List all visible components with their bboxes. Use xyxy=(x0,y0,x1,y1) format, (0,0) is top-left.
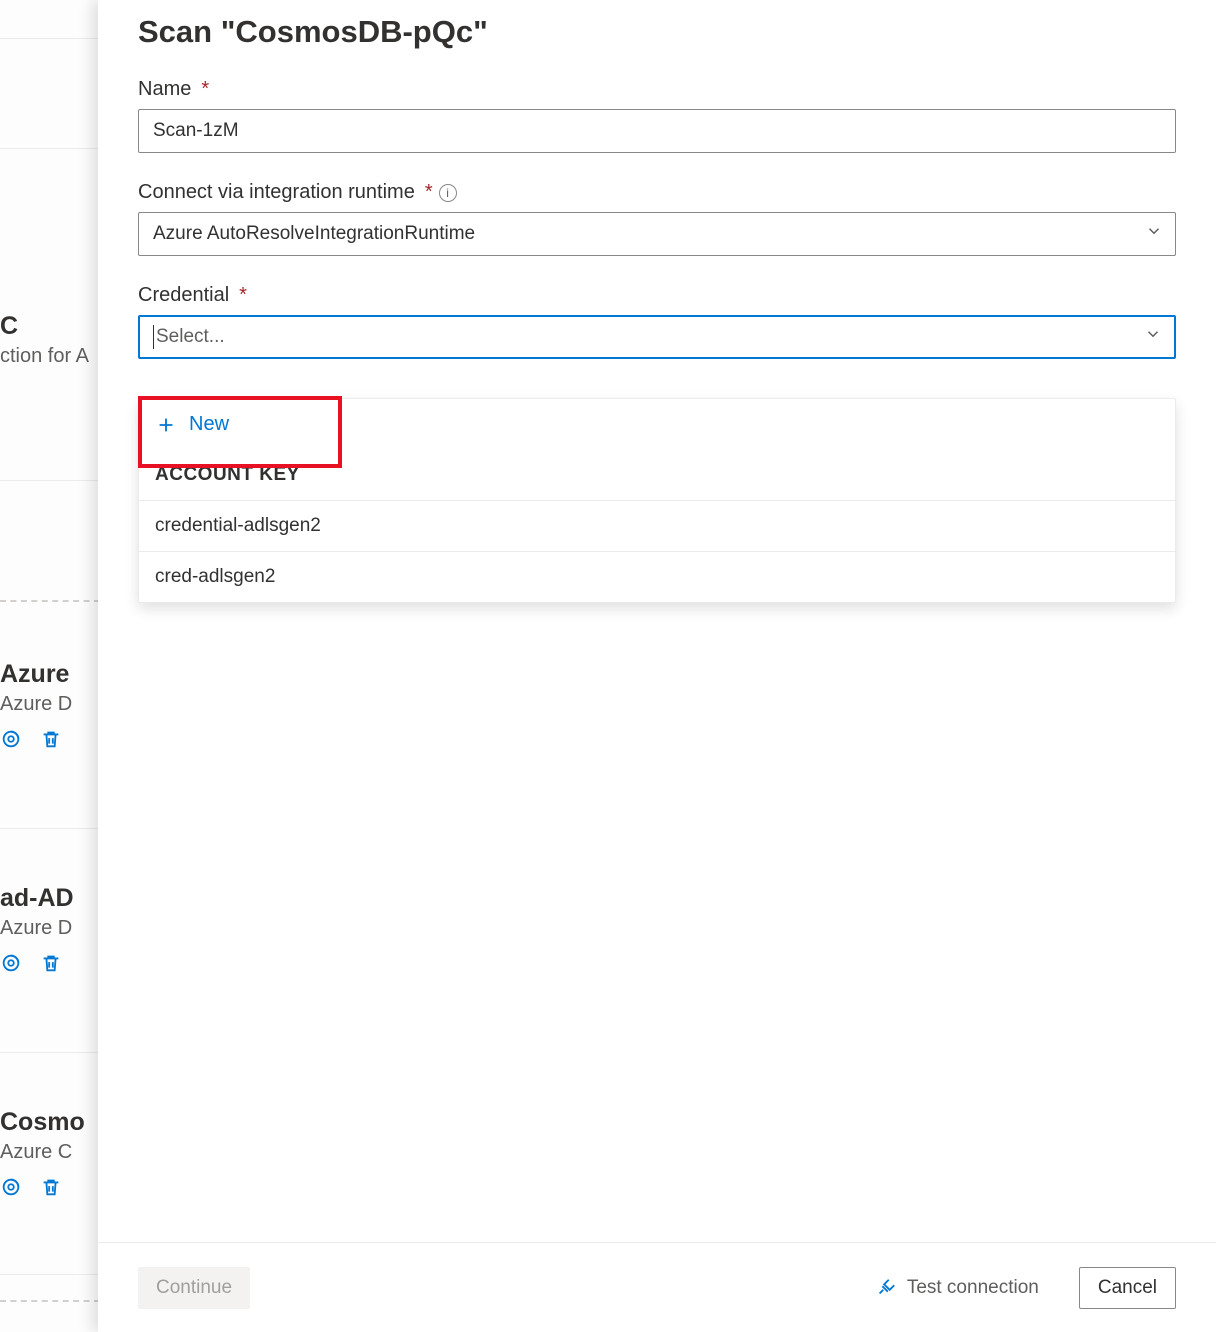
field-runtime: Connect via integration runtime * i Azure… xyxy=(138,181,1176,256)
bg-header-title: C xyxy=(0,312,100,341)
scan-icon[interactable] xyxy=(0,1176,22,1198)
trash-icon[interactable] xyxy=(40,952,62,974)
bg-card-title: ad-AD xyxy=(0,884,100,913)
panel-title: Scan "CosmosDB-pQc" xyxy=(138,14,1176,50)
credential-option[interactable]: credential-adlsgen2 xyxy=(139,500,1175,551)
scan-icon[interactable] xyxy=(0,952,22,974)
plus-icon xyxy=(155,414,177,436)
credential-dropdown: New ACCOUNT KEY credential-adlsgen2 cred… xyxy=(138,398,1176,603)
bg-card-title: Azure xyxy=(0,660,100,689)
background-column: C ction for A Azure Azure D ad-AD Azure … xyxy=(0,0,100,1332)
name-label: Name xyxy=(138,78,191,101)
bg-card-subtitle: Azure D xyxy=(0,693,100,716)
scan-icon[interactable] xyxy=(0,728,22,750)
bg-card-subtitle: Azure D xyxy=(0,917,100,940)
credential-group-header: ACCOUNT KEY xyxy=(139,450,1175,500)
trash-icon[interactable] xyxy=(40,728,62,750)
field-credential: Credential * Select... xyxy=(138,284,1176,359)
test-connection-button[interactable]: Test connection xyxy=(857,1267,1057,1309)
credential-new-label: New xyxy=(189,413,229,436)
required-asterisk: * xyxy=(201,78,209,101)
runtime-label: Connect via integration runtime xyxy=(138,181,415,204)
bg-header-subtitle: ction for A xyxy=(0,345,100,368)
plug-icon xyxy=(875,1277,897,1299)
name-input[interactable] xyxy=(138,109,1176,153)
trash-icon[interactable] xyxy=(40,1176,62,1198)
runtime-select-value: Azure AutoResolveIntegrationRuntime xyxy=(153,223,475,245)
chevron-down-icon xyxy=(1144,325,1162,349)
credential-label: Credential xyxy=(138,284,229,307)
bg-card-subtitle: Azure C xyxy=(0,1141,100,1164)
scan-panel: Scan "CosmosDB-pQc" Name * Connect via in… xyxy=(98,0,1216,1332)
cancel-button[interactable]: Cancel xyxy=(1079,1267,1176,1309)
credential-new-option[interactable]: New xyxy=(139,399,1175,450)
bg-card-title: Cosmo xyxy=(0,1108,100,1137)
continue-button: Continue xyxy=(138,1267,250,1309)
chevron-down-icon xyxy=(1145,222,1163,246)
runtime-select[interactable]: Azure AutoResolveIntegrationRuntime xyxy=(138,212,1176,256)
credential-select[interactable]: Select... xyxy=(138,315,1176,359)
field-name: Name * xyxy=(138,78,1176,153)
credential-option[interactable]: cred-adlsgen2 xyxy=(139,551,1175,602)
test-connection-label: Test connection xyxy=(907,1277,1039,1299)
text-caret xyxy=(153,325,154,349)
panel-footer: Continue Test connection Cancel xyxy=(98,1242,1216,1332)
credential-select-placeholder: Select... xyxy=(156,326,225,348)
required-asterisk: * xyxy=(425,181,433,204)
info-icon[interactable]: i xyxy=(439,184,457,202)
required-asterisk: * xyxy=(239,284,247,307)
